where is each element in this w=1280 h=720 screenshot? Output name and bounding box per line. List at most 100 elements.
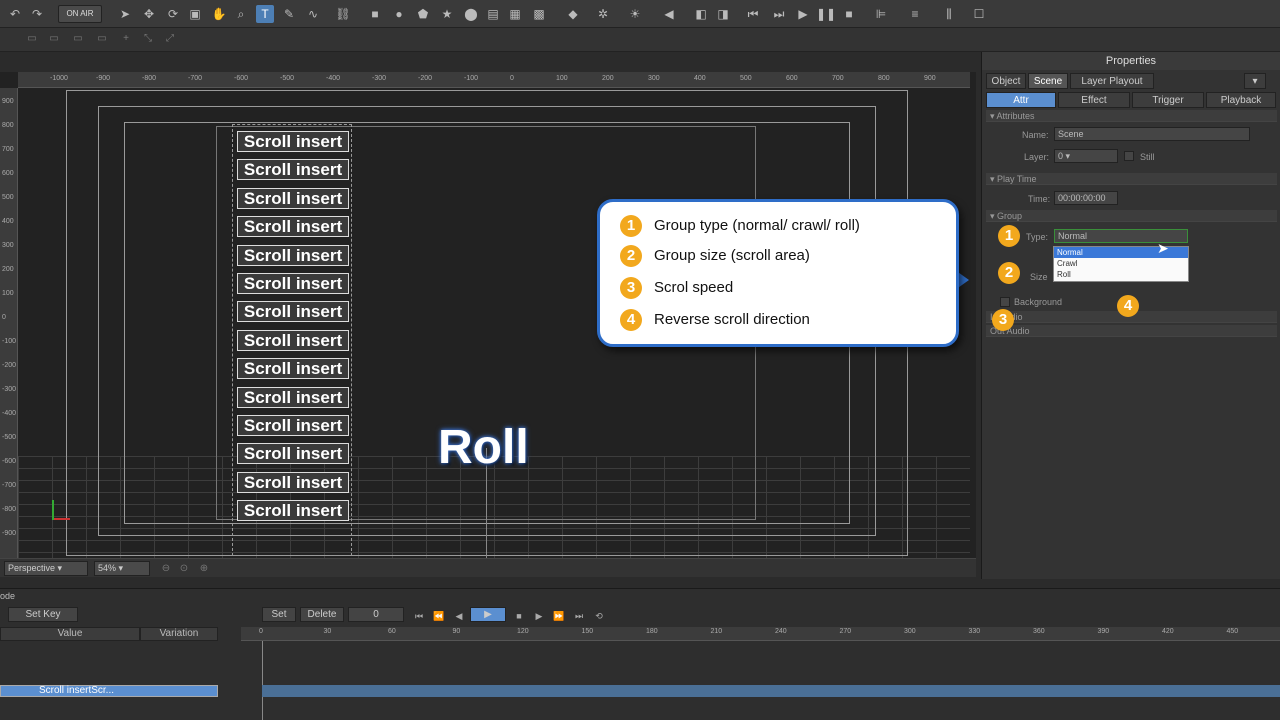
- select-icon[interactable]: ➤: [116, 5, 134, 23]
- audio-icon[interactable]: ◀: [660, 5, 678, 23]
- zoom-fit-icon[interactable]: ⊙: [176, 561, 192, 577]
- goto-end-icon[interactable]: ⏭: [572, 609, 586, 623]
- circle-icon[interactable]: ●: [390, 5, 408, 23]
- set-key-button[interactable]: Set Key: [8, 607, 78, 622]
- move-icon[interactable]: ✥: [140, 5, 158, 23]
- link-icon[interactable]: ⛓: [334, 5, 352, 23]
- set-button[interactable]: Set: [262, 607, 296, 622]
- subtab-playback[interactable]: Playback: [1206, 92, 1276, 108]
- tab-object[interactable]: Object: [986, 73, 1026, 89]
- frame-field[interactable]: 0: [348, 607, 404, 622]
- scroll-insert-item[interactable]: Scroll insert: [237, 386, 349, 408]
- snap-icon[interactable]: ⤢: [162, 31, 178, 47]
- play-icon[interactable]: ▶: [794, 5, 812, 23]
- type-option-roll[interactable]: Roll: [1054, 269, 1188, 280]
- stop-icon[interactable]: ■: [512, 609, 526, 623]
- ellipse-icon[interactable]: ⬤: [462, 5, 480, 23]
- scroll-insert-item[interactable]: Scroll insert: [237, 216, 349, 238]
- align-icon[interactable]: ⊫: [872, 5, 890, 23]
- camera-mode-select[interactable]: Perspective ▾: [4, 561, 88, 576]
- polygon-icon[interactable]: ⬟: [414, 5, 432, 23]
- zoom-in-icon[interactable]: ⊕: [196, 561, 212, 577]
- section-out-audio[interactable]: Out Audio: [986, 325, 1277, 337]
- subtab-attr[interactable]: Attr: [986, 92, 1056, 108]
- scroll-insert-item[interactable]: Scroll insert: [237, 500, 349, 522]
- next-frame-icon[interactable]: ▶: [532, 609, 546, 623]
- rectangle-icon[interactable]: ■: [366, 5, 384, 23]
- section-group[interactable]: ▾ Group: [986, 210, 1277, 222]
- goto-start-icon[interactable]: ⏮: [412, 609, 426, 623]
- scroll-insert-item[interactable]: Scroll insert: [237, 273, 349, 294]
- scroll-insert-item[interactable]: Scroll insert: [237, 187, 349, 209]
- next-key-icon[interactable]: ⏩: [552, 609, 566, 623]
- type-option-crawl[interactable]: Crawl: [1054, 258, 1188, 269]
- scroll-insert-item[interactable]: Scroll insert: [237, 443, 349, 465]
- distribute-icon[interactable]: ≡: [906, 5, 924, 23]
- delete-button[interactable]: Delete: [300, 607, 344, 622]
- star-icon[interactable]: ★: [438, 5, 456, 23]
- scale-icon[interactable]: ▣: [186, 5, 204, 23]
- layer-select[interactable]: 0 ▾: [1054, 149, 1118, 163]
- section-play-time-label: Play Time: [997, 174, 1037, 184]
- resize-icon[interactable]: ⤡: [140, 31, 156, 47]
- scroll-insert-item[interactable]: Scroll insert: [237, 301, 349, 323]
- particle-icon[interactable]: ✲: [594, 5, 612, 23]
- scroll-insert-item[interactable]: Scroll insert: [237, 329, 349, 351]
- section-play-time[interactable]: ▾ Play Time: [986, 173, 1277, 185]
- text-tool-icon[interactable]: T: [256, 5, 274, 23]
- subtab-effect[interactable]: Effect: [1058, 92, 1130, 108]
- frame-icon[interactable]: ▭: [24, 31, 40, 47]
- scroll-insert-item[interactable]: Scroll insert: [237, 131, 349, 152]
- background-checkbox[interactable]: [1000, 297, 1010, 307]
- zoom-select[interactable]: 54% ▾: [94, 561, 150, 576]
- scroll-insert-item[interactable]: Scroll insert: [237, 415, 349, 436]
- pause-icon[interactable]: ❚❚: [816, 5, 836, 23]
- scroll-insert-item[interactable]: Scroll insert: [237, 471, 349, 493]
- zoom-icon[interactable]: ⌕: [232, 5, 250, 23]
- pen-icon[interactable]: ✎: [280, 5, 298, 23]
- step-back-icon[interactable]: ⏮: [744, 5, 762, 23]
- rotate-icon[interactable]: ⟳: [164, 5, 182, 23]
- prev-key-icon[interactable]: ⏪: [432, 609, 446, 623]
- order-icon[interactable]: ☐: [970, 5, 988, 23]
- frame-icon[interactable]: ▭: [46, 31, 62, 47]
- loop-icon[interactable]: ⟲: [592, 609, 606, 623]
- table-icon[interactable]: ▦: [506, 5, 524, 23]
- prev-frame-icon[interactable]: ◀: [452, 609, 466, 623]
- grid-icon[interactable]: ▩: [530, 5, 548, 23]
- curve-icon[interactable]: ∿: [304, 5, 322, 23]
- undo-icon[interactable]: ↶: [6, 5, 24, 23]
- light-icon[interactable]: ☀: [626, 5, 644, 23]
- add-icon[interactable]: +: [118, 31, 134, 47]
- redo-icon[interactable]: ↷: [28, 5, 46, 23]
- play-button[interactable]: ▶: [470, 607, 506, 622]
- on-air-button[interactable]: ON AIR: [58, 5, 102, 23]
- section-attributes[interactable]: ▾ Attributes: [986, 110, 1277, 122]
- layer-row-scroll-insert[interactable]: Scroll insertScr...: [0, 685, 218, 697]
- step-icon[interactable]: ⏭: [770, 5, 788, 23]
- tab-scene[interactable]: Scene: [1028, 73, 1068, 89]
- playhead[interactable]: [262, 641, 263, 720]
- scroll-insert-item[interactable]: Scroll insert: [237, 244, 349, 266]
- zoom-out-icon[interactable]: ⊖: [158, 561, 174, 577]
- time-field[interactable]: 00:00:00:00: [1054, 191, 1118, 205]
- name-field[interactable]: Scene: [1054, 127, 1250, 141]
- frame-icon[interactable]: ▭: [70, 31, 86, 47]
- panel-menu-icon[interactable]: ▾: [1244, 73, 1266, 89]
- tab-layer-playout[interactable]: Layer Playout: [1070, 73, 1154, 89]
- cube-icon[interactable]: ◆: [564, 5, 582, 23]
- still-checkbox[interactable]: [1124, 151, 1134, 161]
- scroll-group-area[interactable]: Scroll insert Scroll insert Scroll insert S…: [232, 124, 352, 556]
- pan-icon[interactable]: ✋: [210, 5, 228, 23]
- subtab-trigger[interactable]: Trigger: [1132, 92, 1204, 108]
- spacing-icon[interactable]: ⫼: [940, 5, 958, 23]
- scroll-insert-item[interactable]: Scroll insert: [237, 358, 349, 380]
- frame-icon[interactable]: ▭: [94, 31, 110, 47]
- stop-icon[interactable]: ■: [840, 5, 858, 23]
- layer-track-bar[interactable]: [262, 685, 1280, 697]
- frame-next-icon[interactable]: ◨: [714, 5, 732, 23]
- image-icon[interactable]: ▤: [484, 5, 502, 23]
- scroll-insert-item[interactable]: Scroll insert: [237, 159, 349, 181]
- timeline-ruler[interactable]: 0 30 60 90 120 150 180 210 240 270 300 330 360 390 420…: [241, 627, 1280, 641]
- frame-prev-icon[interactable]: ◧: [692, 5, 710, 23]
